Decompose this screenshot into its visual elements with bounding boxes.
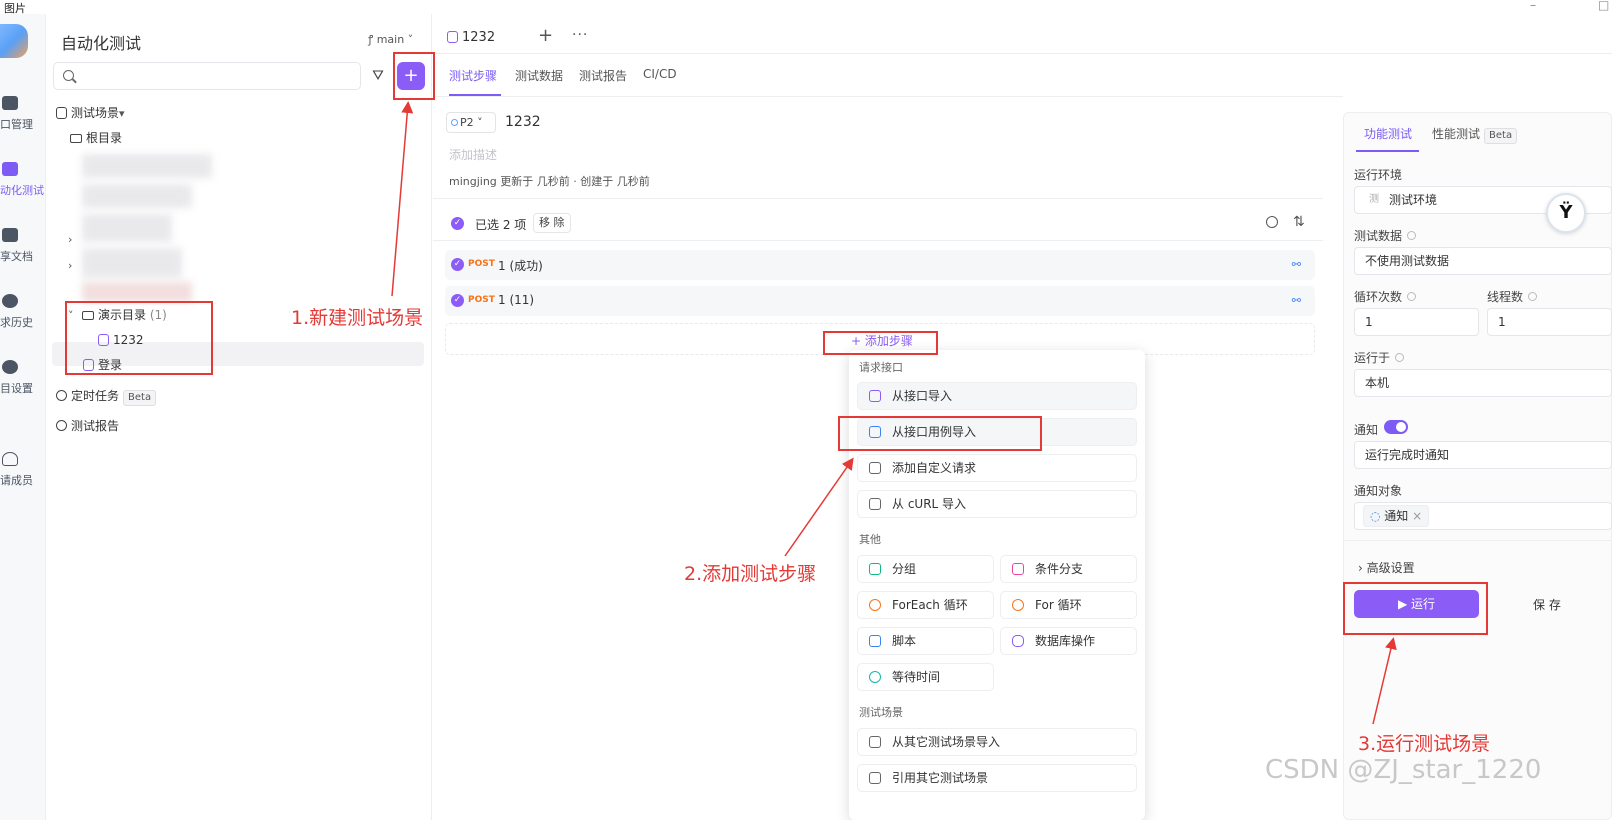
watermark: CSDN @ZJ_star_1220 (1265, 755, 1542, 785)
annotation-step3: 3.运行测试场景 (1358, 733, 1491, 755)
annotation-step1: 1.新建测试场景 (291, 307, 424, 329)
arrow-line (391, 101, 414, 297)
arrow-line (784, 457, 854, 557)
annotation-arrows (391, 101, 1397, 725)
arrow-line (1372, 637, 1397, 725)
annotation-step2: 2.添加测试步骤 (684, 563, 817, 585)
